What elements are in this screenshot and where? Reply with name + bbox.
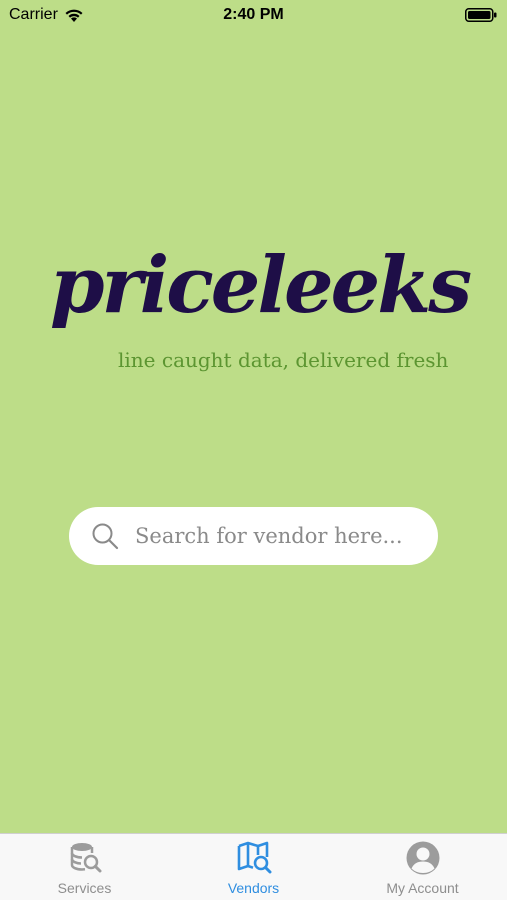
tab-my-account-label: My Account <box>386 880 459 896</box>
status-bar: Carrier 2:40 PM <box>0 0 507 30</box>
search-icon <box>92 523 119 550</box>
tab-vendors[interactable]: Vendors <box>169 834 338 900</box>
brand-tagline: line caught data, delivered fresh <box>118 348 449 372</box>
battery-icon <box>465 8 497 22</box>
map-search-icon <box>237 841 271 874</box>
vendor-search-bar[interactable] <box>69 507 438 565</box>
status-time: 2:40 PM <box>223 6 284 23</box>
tab-vendors-label: Vendors <box>227 880 280 896</box>
database-search-icon <box>70 843 101 873</box>
tab-services[interactable]: Services <box>0 834 169 900</box>
tab-services-label: Services <box>57 880 112 896</box>
app-screen: Carrier 2:40 PM priceleeks line caught d… <box>0 0 507 900</box>
vendor-search-input[interactable] <box>133 523 427 549</box>
user-circle-icon <box>406 841 439 875</box>
tab-bar: Services Vendors My Account <box>0 833 507 900</box>
brand-logo: priceleeks <box>50 240 472 331</box>
tab-my-account[interactable]: My Account <box>338 834 507 900</box>
